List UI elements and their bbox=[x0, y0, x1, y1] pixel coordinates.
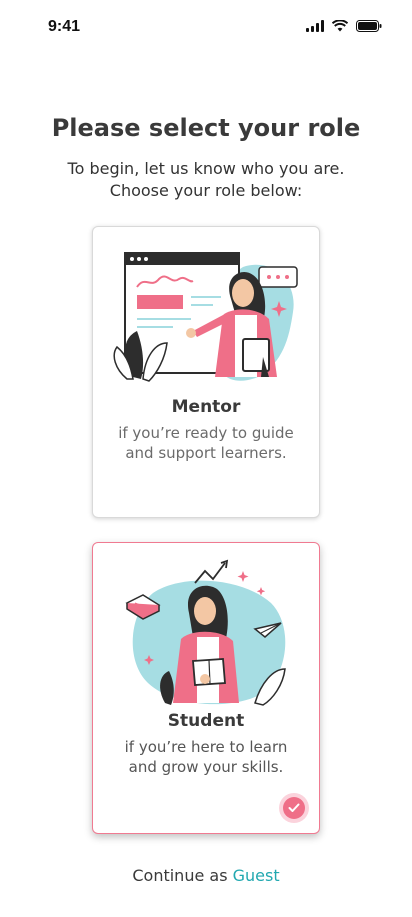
role-card-mentor[interactable]: Mentor if you’re ready to guide and supp… bbox=[92, 226, 320, 518]
role-desc-student: if you’re here to learn and grow your sk… bbox=[93, 737, 319, 777]
continue-as-guest: Continue as Guest bbox=[0, 866, 412, 885]
page-subtitle: To begin, let us know who you are. Choos… bbox=[0, 158, 412, 202]
cellular-signal-icon bbox=[306, 20, 324, 32]
role-card-student[interactable]: Student if you’re here to learn and grow… bbox=[92, 542, 320, 834]
role-desc-student-line-2: and grow your skills. bbox=[128, 758, 284, 776]
role-title-student: Student bbox=[167, 711, 245, 731]
role-title-mentor: Mentor bbox=[171, 397, 241, 417]
mentor-illustration bbox=[113, 252, 298, 382]
guest-link[interactable]: Guest bbox=[233, 866, 280, 885]
continue-prefix: Continue as bbox=[132, 866, 228, 885]
page-title: Please select your role bbox=[51, 114, 361, 142]
subtitle-line-1: To begin, let us know who you are. bbox=[67, 159, 345, 178]
role-desc-mentor: if you’re ready to guide and support lea… bbox=[93, 423, 319, 463]
wifi-icon bbox=[332, 20, 348, 32]
role-desc-student-line-1: if you’re here to learn bbox=[124, 738, 288, 756]
status-icons bbox=[306, 20, 382, 32]
subtitle-line-2: Choose your role below: bbox=[109, 181, 303, 200]
status-time: 9:41 bbox=[48, 18, 81, 35]
role-desc-mentor-line-1: if you’re ready to guide bbox=[118, 424, 294, 442]
student-illustration bbox=[125, 559, 286, 706]
status-bar: 9:41 bbox=[0, 0, 412, 56]
role-desc-mentor-line-2: and support learners. bbox=[125, 444, 287, 462]
battery-icon bbox=[356, 20, 382, 32]
selected-check-icon bbox=[283, 797, 305, 819]
